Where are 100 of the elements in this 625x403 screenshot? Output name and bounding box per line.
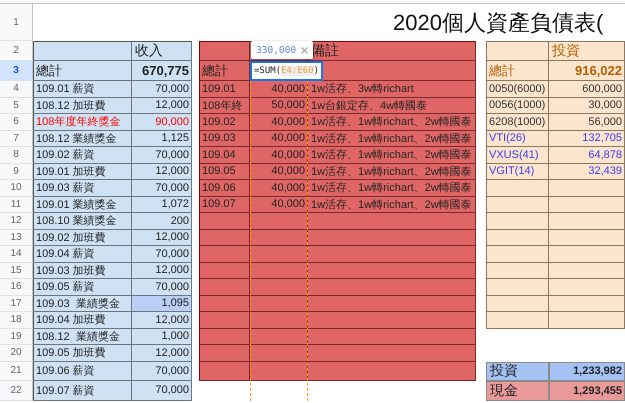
table-cell: 現金 <box>486 380 549 400</box>
table-cell <box>199 296 250 312</box>
row-header[interactable]: 7 <box>0 130 33 147</box>
table-cell: 56,000 <box>549 114 625 130</box>
row-header[interactable]: 16 <box>0 279 33 296</box>
table-cell: 109.01 加班費 <box>33 164 132 180</box>
row-header[interactable]: 17 <box>0 296 33 312</box>
row-header[interactable]: 11 <box>0 196 33 213</box>
table-cell: 108.12 業績獎金 <box>33 130 132 147</box>
table-cell: 32,439 <box>549 164 625 180</box>
row-header[interactable]: 5 <box>0 98 33 114</box>
table-cell <box>486 279 549 296</box>
row-header[interactable]: 8 <box>0 147 33 164</box>
table-cell: 70,000 <box>132 180 192 196</box>
table-cell: 108.12 加班費 <box>33 98 132 114</box>
table-cell: 109.06 薪資 <box>33 362 132 380</box>
row-header[interactable]: 13 <box>0 230 33 246</box>
row-header[interactable]: 6 <box>0 114 33 130</box>
table-cell <box>486 41 549 61</box>
table-cell: 12,000 <box>132 98 192 114</box>
table-cell: 收入 <box>132 41 192 61</box>
table-cell: 109.04 <box>199 147 250 164</box>
table-cell: 投資 <box>486 362 549 380</box>
row-header[interactable]: 19 <box>0 328 33 345</box>
table-cell <box>486 246 549 262</box>
table-cell <box>250 296 308 312</box>
table-cell: 109.02 薪資 <box>33 147 132 164</box>
table-cell: 109.01 薪資 <box>33 81 132 98</box>
row-header[interactable]: 10 <box>0 180 33 196</box>
table-cell <box>250 262 308 279</box>
row-header[interactable]: 14 <box>0 246 33 262</box>
row-header[interactable]: 18 <box>0 312 33 328</box>
table-cell: 12,000 <box>132 312 192 328</box>
row-header[interactable]: 22 <box>0 380 33 400</box>
table-cell <box>250 230 308 246</box>
table-cell: 108.10 業績獎金 <box>33 213 132 230</box>
table-cell: 12,000 <box>132 230 192 246</box>
table-cell: 1,125 <box>132 130 192 147</box>
table-cell: 109.01 業績獎金 <box>33 196 132 213</box>
table-cell: 200 <box>132 213 192 230</box>
table-cell <box>486 230 549 246</box>
row-header[interactable]: 4 <box>0 81 33 98</box>
table-cell: 30,000 <box>549 98 625 114</box>
table-cell: 109.04 加班費 <box>33 312 132 328</box>
table-cell: 1w台銀定存、4w轉國泰 <box>308 98 476 114</box>
table-cell <box>486 296 549 312</box>
row-header[interactable]: 9 <box>0 164 33 180</box>
row-header[interactable]: 2 <box>0 41 33 61</box>
table-cell: 1w活存、3w轉richart <box>308 81 476 98</box>
row-header[interactable]: 15 <box>0 262 33 279</box>
table-cell: 109.07 薪資 <box>33 380 132 400</box>
close-icon[interactable] <box>301 46 308 54</box>
table-cell: 600,000 <box>549 81 625 98</box>
table-cell: 109.05 加班費 <box>33 345 132 362</box>
table-cell: 70,000 <box>132 147 192 164</box>
table-cell: 1,000 <box>132 328 192 345</box>
table-cell <box>250 345 308 362</box>
table-cell: 109.05 薪資 <box>33 279 132 296</box>
table-cell: 投資 <box>549 41 625 61</box>
table-cell <box>199 362 250 380</box>
table-cell: 1,072 <box>132 196 192 213</box>
table-cell <box>250 213 308 230</box>
row-header[interactable]: 20 <box>0 345 33 362</box>
table-cell: 0050(6000) <box>486 81 549 98</box>
table-cell: 109.03 <box>199 130 250 147</box>
table-cell: 109.05 <box>199 164 250 180</box>
table-cell: 109.04 薪資 <box>33 246 132 262</box>
row-header[interactable]: 12 <box>0 213 33 230</box>
table-cell: 12,000 <box>132 345 192 362</box>
table-cell <box>199 246 250 262</box>
table-cell <box>250 362 308 380</box>
table-cell: 109.03 薪資 <box>33 180 132 196</box>
table-cell: 90,000 <box>132 114 192 130</box>
table-cell <box>250 246 308 262</box>
row-header[interactable]: 3 <box>0 61 33 81</box>
formula-input[interactable]: =SUM(E4:E60) <box>250 61 324 81</box>
row-header[interactable]: 1 <box>0 4 33 41</box>
table-cell <box>199 345 250 362</box>
table-cell: 108年度年終獎金 <box>33 114 132 130</box>
table-cell <box>486 180 549 196</box>
table-cell: 總計 <box>486 61 549 81</box>
table-cell: VTI(26) <box>486 130 549 147</box>
sheet-title: 2020個人資產負債表( <box>392 9 604 37</box>
table-cell: 109.02 加班費 <box>33 230 132 246</box>
table-cell: 12,000 <box>132 262 192 279</box>
table-cell: 109.03 加班費 <box>33 262 132 279</box>
table-cell <box>250 312 308 328</box>
row-header[interactable]: 21 <box>0 362 33 380</box>
table-cell: 1w活存、1w轉richart、2w轉國泰 <box>308 147 476 164</box>
table-cell: 70,000 <box>132 246 192 262</box>
table-cell: 總計 <box>33 61 132 81</box>
table-cell: 70,000 <box>132 81 192 98</box>
table-cell: 132,705 <box>549 130 625 147</box>
table-cell: 1w活存、1w轉richart、2w轉國泰 <box>308 164 476 180</box>
table-cell: 670,775 <box>132 61 192 81</box>
table-cell <box>486 196 549 213</box>
table-cell: 916,022 <box>549 61 625 81</box>
table-cell: 1,233,982 <box>549 362 625 380</box>
table-cell <box>486 262 549 279</box>
table-cell <box>250 279 308 296</box>
